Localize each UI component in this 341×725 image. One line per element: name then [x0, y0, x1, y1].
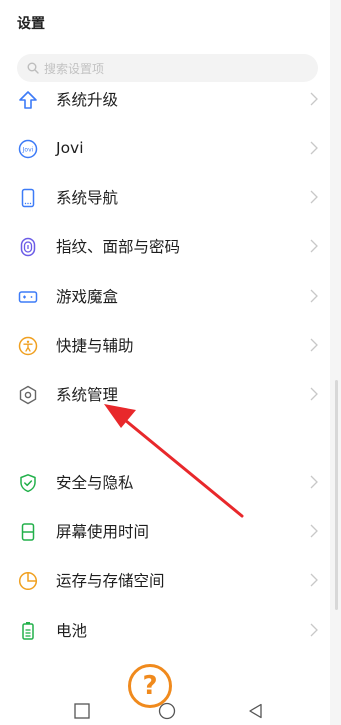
settings-item-label: 快捷与辅助 [56, 337, 134, 355]
settings-item-game-box[interactable]: 游戏魔盒 [0, 276, 330, 316]
settings-item-label: 系统管理 [56, 386, 119, 404]
settings-item-system-navigation[interactable]: 系统导航 [0, 177, 330, 217]
settings-item-system-upgrade[interactable]: 系统升级 [0, 79, 330, 119]
back-button[interactable] [248, 703, 264, 719]
search-icon [27, 62, 39, 74]
search-input[interactable]: 搜索设置项 [17, 54, 318, 82]
settings-item-battery[interactable]: 电池 [0, 610, 330, 650]
pie-storage-icon [17, 570, 39, 592]
chevron-right-icon [310, 387, 318, 401]
settings-item-label: Jovi [56, 139, 84, 157]
svg-text:Jovi: Jovi [22, 147, 34, 154]
recent-apps-button[interactable] [74, 703, 90, 719]
settings-item-screen-time[interactable]: 屏幕使用时间 [0, 511, 330, 551]
settings-item-label: 系统升级 [56, 91, 119, 109]
chevron-right-icon [310, 289, 318, 303]
settings-item-jovi[interactable]: Jovi Jovi [0, 128, 330, 168]
settings-item-shortcuts-accessibility[interactable]: 快捷与辅助 [0, 325, 330, 365]
chevron-right-icon [310, 524, 318, 538]
chevron-right-icon [310, 475, 318, 489]
settings-item-label: 屏幕使用时间 [56, 523, 150, 541]
settings-item-fingerprint-face-password[interactable]: 指纹、面部与密码 [0, 226, 330, 266]
phone-navigation-icon [17, 187, 39, 209]
settings-item-security-privacy[interactable]: 安全与隐私 [0, 462, 330, 502]
settings-item-label: 运存与存储空间 [56, 572, 165, 590]
chevron-right-icon [310, 623, 318, 637]
chevron-right-icon [310, 141, 318, 155]
gamepad-icon [17, 286, 39, 308]
fingerprint-icon [17, 236, 39, 258]
settings-item-label: 安全与隐私 [56, 474, 134, 492]
settings-item-label: 系统导航 [56, 189, 119, 207]
settings-item-memory-storage[interactable]: 运存与存储空间 [0, 560, 330, 600]
battery-icon [17, 620, 39, 642]
help-button[interactable]: ? [128, 664, 172, 708]
search-placeholder: 搜索设置项 [44, 61, 105, 76]
scrollbar[interactable] [335, 380, 338, 610]
system-navigation-bar [0, 690, 341, 725]
chevron-right-icon [310, 239, 318, 253]
upgrade-arrow-icon [17, 89, 39, 111]
settings-item-label: 游戏魔盒 [56, 288, 119, 306]
settings-item-system-management[interactable]: 系统管理 [0, 374, 330, 414]
jovi-icon: Jovi [17, 138, 39, 160]
chevron-right-icon [310, 190, 318, 204]
hourglass-icon [17, 521, 39, 543]
chevron-right-icon [310, 573, 318, 587]
accessibility-icon [17, 335, 39, 357]
shield-check-icon [17, 472, 39, 494]
chevron-right-icon [310, 92, 318, 106]
right-edge-strip [330, 0, 341, 725]
settings-item-label: 指纹、面部与密码 [56, 238, 181, 256]
page-title: 设置 [17, 16, 45, 32]
hexagon-settings-icon [17, 384, 39, 406]
chevron-right-icon [310, 338, 318, 352]
settings-item-label: 电池 [56, 622, 88, 640]
